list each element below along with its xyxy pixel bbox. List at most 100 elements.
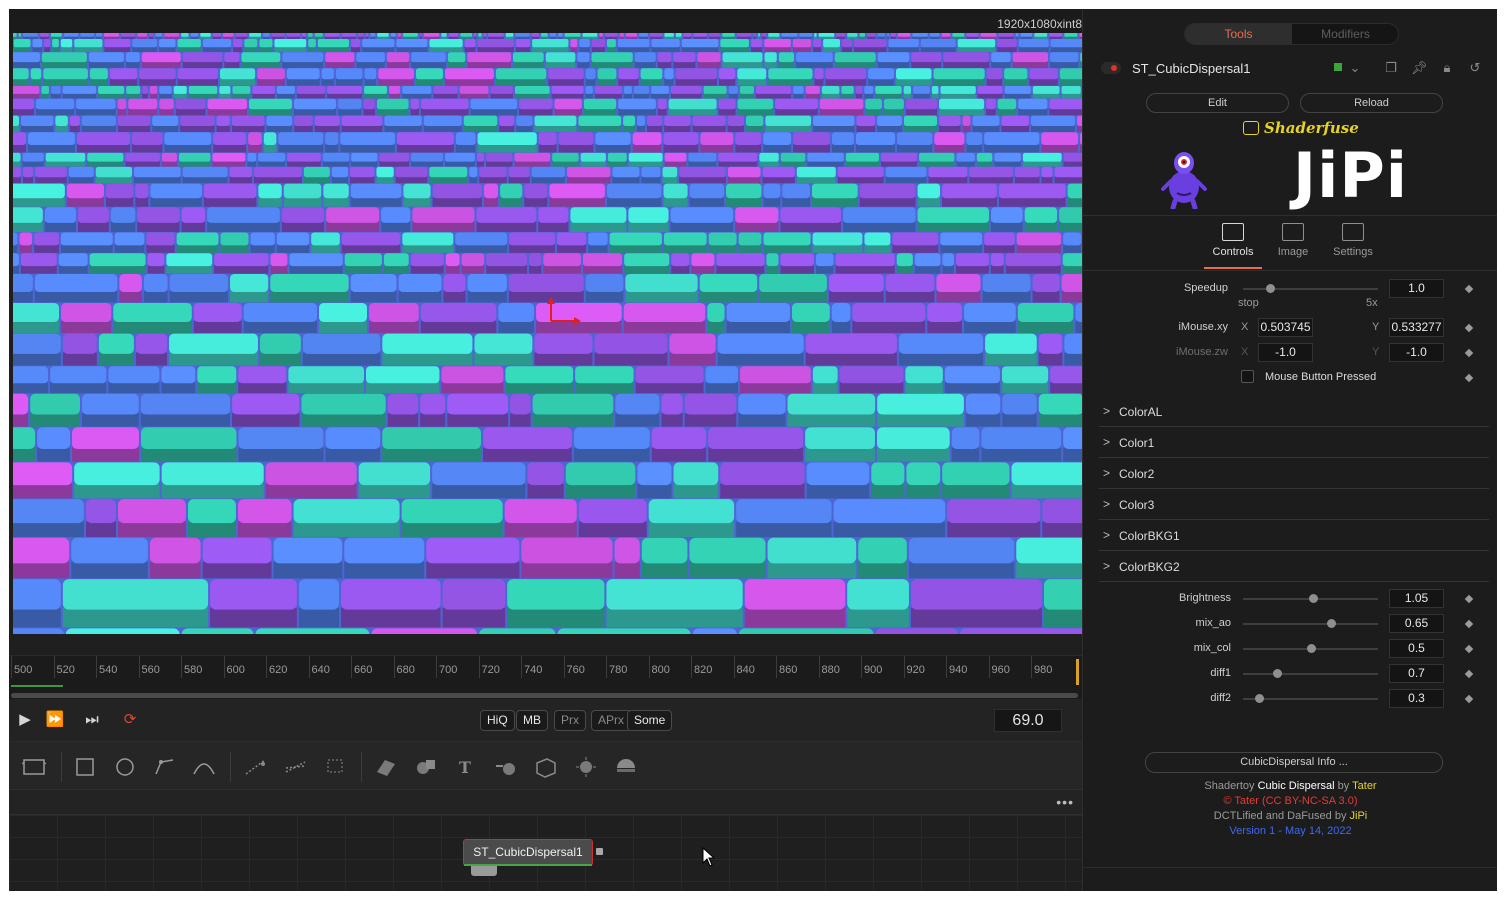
node-output-port[interactable] — [596, 848, 603, 855]
node-flow[interactable]: ST_CubicDispersal1 — [9, 815, 1082, 891]
imouse-xy-keyframe-button[interactable] — [1464, 323, 1474, 333]
group-coloral[interactable]: > ColorAL — [1099, 396, 1489, 427]
spotlight-3d-icon[interactable] — [573, 754, 599, 780]
speedup-slider-knob[interactable] — [1266, 284, 1275, 293]
resolution-label: 1920x1080xint8 — [997, 17, 1082, 31]
credits-line-2[interactable]: © Tater (CC BY-NC-SA 3.0) — [1083, 795, 1497, 807]
shape-3d-icon[interactable] — [413, 754, 439, 780]
slider-value-field[interactable]: 0.5 — [1389, 639, 1444, 658]
edit-button[interactable]: Edit — [1146, 93, 1289, 113]
reset-icon[interactable]: ↺ — [1467, 60, 1483, 76]
mouse-button-checkbox[interactable] — [1241, 370, 1254, 383]
mouse-button-keyframe-button[interactable] — [1464, 373, 1474, 383]
particle-render-icon[interactable] — [283, 754, 309, 780]
hiq-button[interactable]: HiQ — [480, 710, 515, 731]
credit-shader-link[interactable]: Cubic Dispersal — [1258, 780, 1335, 792]
node-input-port[interactable] — [471, 866, 497, 876]
imouse-x-field[interactable]: 0.503745 — [1258, 318, 1313, 337]
group-colorbkg1[interactable]: > ColorBKG1 — [1099, 520, 1489, 551]
shaderfuse-logo[interactable]: Shaderfuse — [1243, 119, 1359, 139]
ellipse-mask-icon[interactable] — [112, 754, 138, 780]
text-3d-icon[interactable]: T — [453, 754, 479, 780]
keyframe-button[interactable] — [1464, 694, 1474, 704]
parameter-slider[interactable] — [1243, 694, 1378, 703]
image-plane-3d-icon[interactable] — [373, 754, 399, 780]
tab-modifiers[interactable]: Modifiers — [1292, 24, 1398, 44]
imouse-zw-keyframe-button[interactable] — [1464, 348, 1474, 358]
transform-gizmo-icon[interactable] — [545, 297, 585, 329]
aprx-button[interactable]: APrx — [591, 710, 632, 731]
credit-author-link[interactable]: Tater — [1352, 780, 1376, 792]
keyframe-button[interactable] — [1464, 669, 1474, 679]
parameter-slider[interactable] — [1243, 644, 1378, 653]
group-colorbkg2[interactable]: > ColorBKG2 — [1099, 551, 1489, 582]
speedup-value[interactable]: 1.0 — [1389, 279, 1444, 298]
imouse-y-field[interactable]: 0.533277 — [1389, 318, 1444, 337]
parameter-slider[interactable] — [1243, 619, 1378, 628]
chevron-down-icon[interactable]: ⌄ — [1347, 60, 1363, 76]
slider-knob[interactable] — [1272, 669, 1282, 678]
slider-knob[interactable] — [1326, 619, 1336, 628]
fast-forward-button[interactable]: ⏩ — [45, 711, 65, 729]
camera-3d-icon[interactable] — [533, 754, 559, 780]
credit-jipi-link[interactable]: JiPi — [1350, 810, 1368, 822]
pin-icon[interactable]: 📌︎ — [1411, 60, 1428, 76]
viewer[interactable] — [13, 33, 1082, 634]
imouse-z-field[interactable]: -1.0 — [1258, 343, 1313, 362]
slider-value-field[interactable]: 0.7 — [1389, 664, 1444, 683]
slider-knob[interactable] — [1309, 594, 1319, 603]
scrub-bar[interactable] — [11, 693, 1078, 698]
group-color2[interactable]: > Color2 — [1099, 458, 1489, 489]
group-color1[interactable]: > Color1 — [1099, 427, 1489, 458]
tab-tools[interactable]: Tools — [1185, 24, 1292, 44]
node-color-chip[interactable] — [1334, 63, 1342, 71]
node-enable-toggle[interactable] — [1101, 62, 1121, 74]
slider-value-field[interactable]: 0.3 — [1389, 689, 1444, 708]
some-button[interactable]: Some — [627, 710, 673, 731]
timeline-tick — [181, 656, 182, 678]
keyframe-button[interactable] — [1464, 644, 1474, 654]
flow-node[interactable]: ST_CubicDispersal1 — [463, 839, 593, 866]
speedup-keyframe-button[interactable] — [1464, 284, 1474, 294]
renderer-3d-icon[interactable] — [613, 754, 639, 780]
skip-end-button[interactable]: ⏭ — [82, 711, 102, 729]
info-button[interactable]: CubicDispersal Info ... — [1145, 752, 1443, 773]
timeline-ruler[interactable]: 500 520 540 560 580 600 620 640 660 680 700 720 740 7… — [9, 655, 1082, 685]
background-tool-icon[interactable] — [21, 754, 47, 780]
polygon-mask-icon[interactable] — [152, 754, 178, 780]
time-scrubber[interactable] — [9, 685, 1082, 699]
slider-knob[interactable] — [1255, 694, 1265, 703]
slider-knob[interactable] — [1306, 644, 1316, 653]
rectangle-mask-icon[interactable] — [72, 754, 98, 780]
playhead[interactable] — [1076, 659, 1079, 685]
parameter-slider[interactable] — [1243, 594, 1378, 603]
parameter-slider[interactable] — [1243, 669, 1378, 678]
jipi-logo-text[interactable]: JiPi — [1293, 141, 1408, 211]
loop-button[interactable]: ⟳ — [120, 711, 140, 729]
tab-settings[interactable]: Settings — [1323, 223, 1383, 273]
merge-3d-icon[interactable] — [493, 754, 519, 780]
prx-button[interactable]: Prx — [554, 710, 586, 731]
bspline-mask-icon[interactable] — [191, 754, 217, 780]
mb-button[interactable]: MB — [516, 710, 548, 731]
speedup-slider[interactable] — [1243, 284, 1378, 293]
current-frame-field[interactable]: 69.0 — [994, 709, 1062, 732]
pin-window-icon[interactable]: ❐ — [1383, 60, 1399, 76]
timeline-tick-label: 660 — [354, 664, 373, 676]
slider-value-field[interactable]: 0.65 — [1389, 614, 1444, 633]
particle-merge-icon[interactable] — [323, 754, 349, 780]
imouse-w-field[interactable]: -1.0 — [1389, 343, 1444, 362]
tab-image[interactable]: Image — [1263, 223, 1323, 273]
reload-button[interactable]: Reload — [1300, 93, 1443, 113]
play-button[interactable]: ▶ — [15, 711, 35, 729]
keyframe-button[interactable] — [1464, 619, 1474, 629]
more-options-button[interactable]: ••• — [1056, 794, 1074, 810]
credits-version[interactable]: Version 1 - May 14, 2022 — [1083, 825, 1497, 837]
particle-emitter-icon[interactable] — [243, 754, 269, 780]
group-color3[interactable]: > Color3 — [1099, 489, 1489, 520]
keyframe-button[interactable] — [1464, 594, 1474, 604]
group-label: ColorBKG2 — [1119, 560, 1180, 574]
lock-icon[interactable]: 🔒︎ — [1439, 60, 1455, 76]
tab-controls[interactable]: Controls — [1203, 223, 1263, 273]
slider-value-field[interactable]: 1.05 — [1389, 589, 1444, 608]
